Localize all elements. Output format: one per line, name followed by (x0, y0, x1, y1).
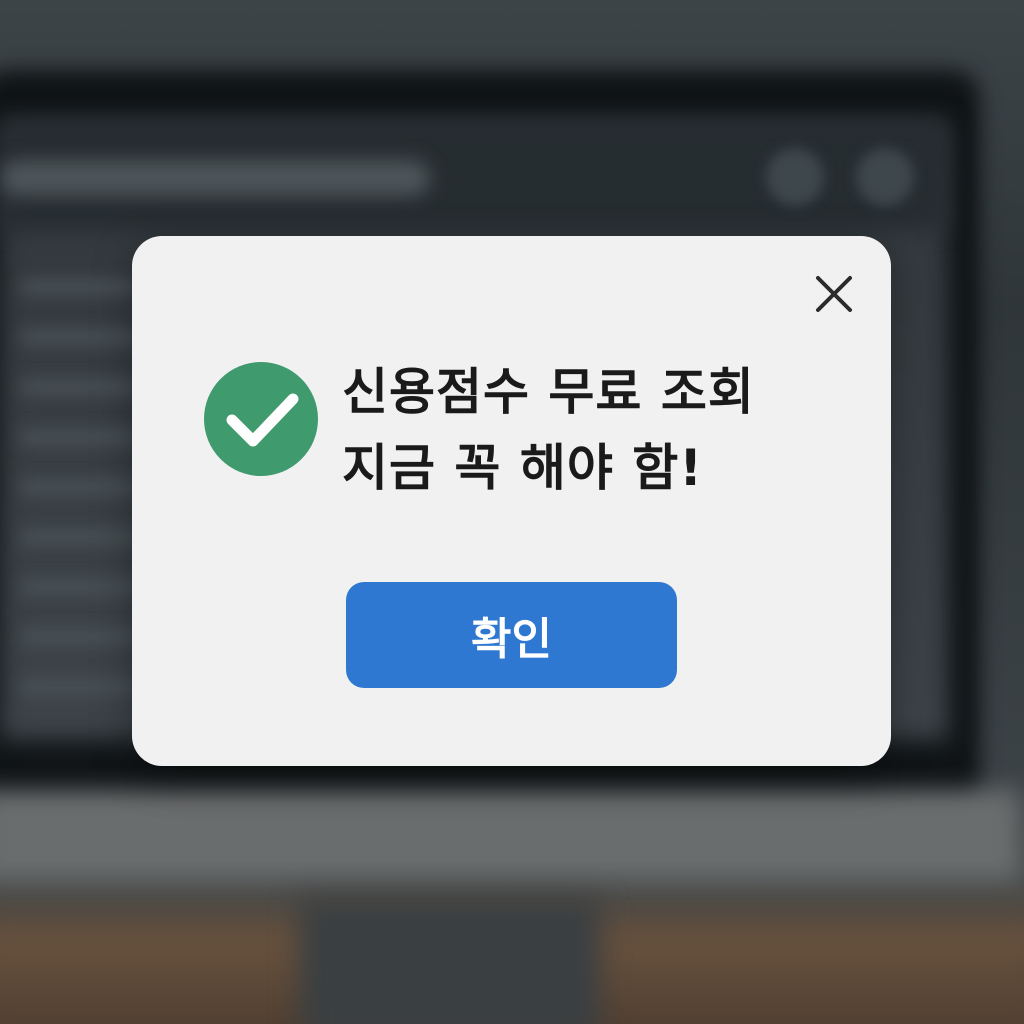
confirm-button[interactable]: 확인 (346, 582, 677, 688)
desktop-scene: 신용점수 무료 조회 지금 꼭 해야 함! 확인 (0, 0, 1024, 1024)
address-bar-blurred (0, 160, 430, 196)
close-button[interactable] (812, 272, 856, 316)
check-circle-icon (204, 362, 318, 476)
blurred-content-line (20, 330, 140, 344)
blurred-content-line (20, 480, 140, 494)
monitor-stand (300, 900, 600, 1024)
popup-dialog: 신용점수 무료 조회 지금 꼭 해야 함! 확인 (132, 236, 891, 766)
blurred-content-line (20, 630, 140, 644)
dialog-message: 신용점수 무료 조회 지금 꼭 해야 함! (342, 354, 862, 506)
window-control-blurred (766, 148, 824, 206)
blurred-content-line (20, 380, 140, 394)
blurred-content-line (20, 280, 140, 294)
window-control-blurred (856, 148, 914, 206)
blurred-content-line (20, 680, 140, 694)
blurred-content-line (20, 430, 140, 444)
blurred-content-line (20, 530, 140, 544)
message-line-1: 신용점수 무료 조회 (342, 363, 755, 421)
message-line-2: 지금 꼭 해야 함! (342, 439, 704, 497)
blurred-content-line (20, 580, 140, 594)
monitor-bezel (0, 790, 1020, 880)
close-icon (816, 276, 852, 312)
